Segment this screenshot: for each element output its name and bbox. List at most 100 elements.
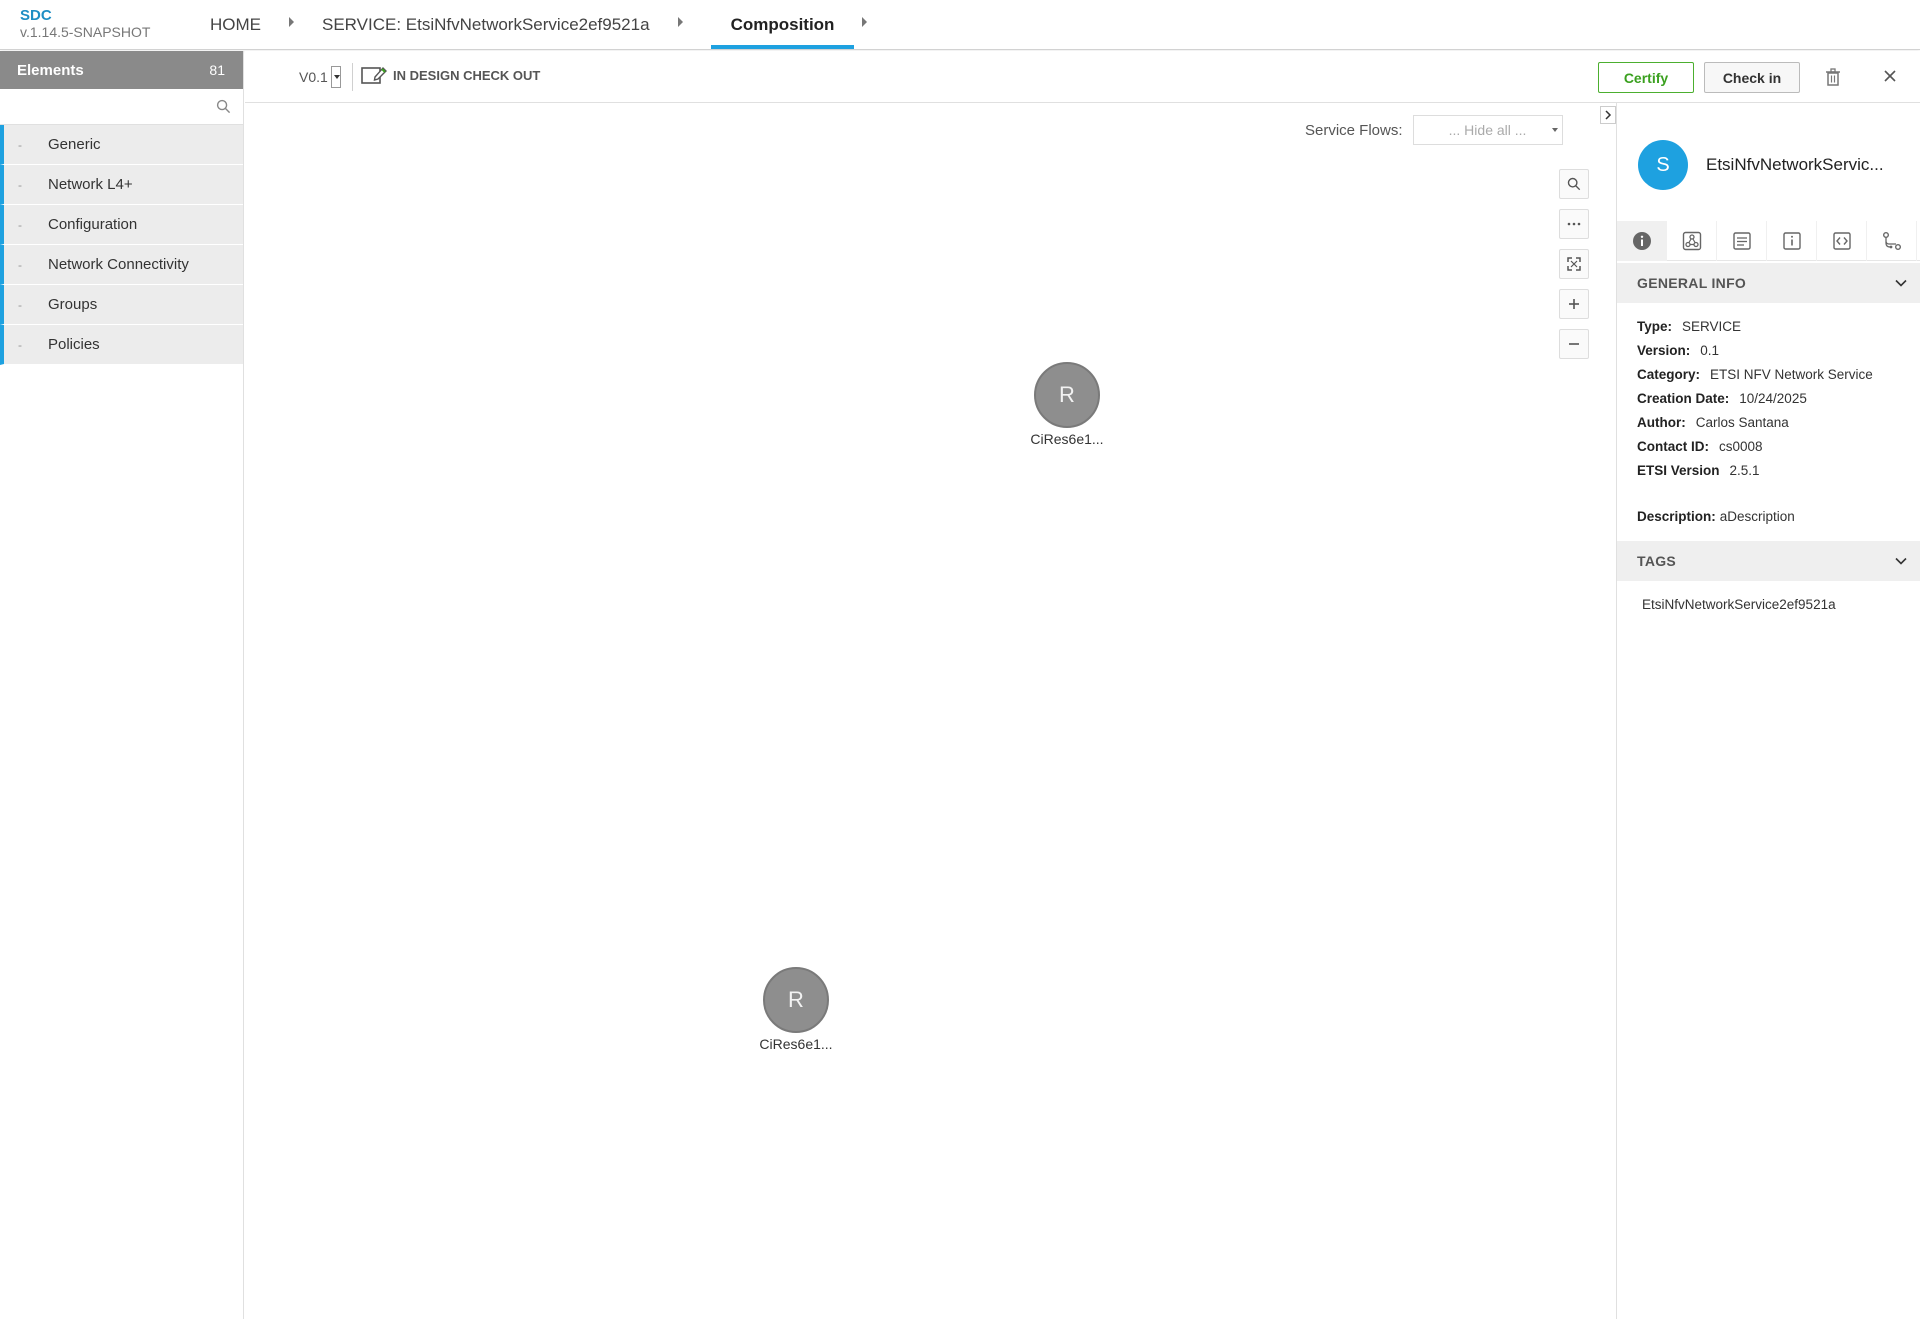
tags-section: TAGS EtsiNfvNetworkService2ef9521a (1617, 541, 1920, 612)
info-row-category: Category: ETSI NFV Network Service (1637, 367, 1873, 382)
search-icon[interactable] (216, 99, 231, 114)
palette-count: 81 (209, 62, 225, 78)
tab-paths[interactable] (1867, 221, 1917, 261)
chevron-right-icon (289, 17, 294, 27)
palette-group-label: Generic (48, 136, 101, 153)
trash-icon[interactable] (1825, 68, 1841, 86)
app-name: SDC (20, 7, 52, 24)
info-row-author: Author: Carlos Santana (1637, 415, 1789, 430)
tags-title: TAGS (1637, 553, 1677, 569)
canvas-fit-button[interactable] (1559, 249, 1589, 279)
status-text: IN DESIGN CHECK OUT (393, 67, 541, 83)
chevron-right-icon (677, 17, 683, 27)
workspace-toolbar: V0.1 IN DESIGN CHECK OUT Certify Check i… (245, 51, 1920, 103)
service-flows-select[interactable]: ... Hide all ... (1412, 115, 1563, 145)
canvas-node[interactable]: R CiRes6e1... (1022, 362, 1112, 447)
panel-title: EtsiNfvNetworkServic... (1706, 155, 1884, 174)
palette-group-label: Network L4+ (48, 176, 133, 193)
breadcrumb-composition[interactable]: Composition (710, 0, 855, 50)
close-icon[interactable] (1882, 68, 1898, 84)
panel-header: S EtsiNfvNetworkServic... (1617, 103, 1920, 221)
palette-group-policies[interactable]: - Policies (0, 325, 243, 365)
general-info-section: GENERAL INFO Type: SERVICE Version: 0.1 Ca… (1617, 263, 1920, 524)
checkout-edit-icon (361, 66, 387, 84)
chevron-right-icon (1605, 110, 1612, 120)
app-version: v.1.14.5-SNAPSHOT (20, 24, 151, 40)
palette-title: Elements (17, 61, 84, 79)
panel-collapse-button[interactable] (1600, 106, 1616, 124)
chevron-down-icon[interactable] (1895, 557, 1907, 565)
info-row-creation-date: Creation Date: 10/24/2025 (1637, 391, 1807, 406)
tab-code[interactable] (1817, 221, 1867, 261)
tag-item: EtsiNfvNetworkService2ef9521a (1642, 597, 1836, 612)
notes-icon (1732, 232, 1751, 250)
palette-group-network-l4[interactable]: - Network L4+ (0, 165, 243, 205)
tab-composition[interactable] (1667, 221, 1717, 261)
info-description: Description: aDescription (1637, 509, 1795, 524)
lifecycle-status: IN DESIGN CHECK OUT (361, 65, 540, 85)
certify-button[interactable]: Certify (1598, 62, 1694, 93)
palette-group-label: Configuration (48, 216, 138, 233)
general-info-title: GENERAL INFO (1637, 275, 1747, 291)
zoom-out-button[interactable] (1559, 329, 1589, 359)
node-icon[interactable]: R (1034, 362, 1100, 428)
service-flows-label: Service Flows: (1305, 121, 1403, 139)
general-info-header[interactable]: GENERAL INFO (1617, 263, 1920, 303)
collapse-dash: - (18, 137, 22, 152)
palette-group-label: Network Connectivity (48, 256, 189, 273)
palette-search-input[interactable] (0, 89, 243, 125)
node-label: CiRes6e1... (1030, 431, 1104, 447)
chevron-down-icon[interactable] (1895, 279, 1907, 287)
tab-properties[interactable] (1767, 221, 1817, 261)
breadcrumb-service[interactable]: SERVICE: EtsiNfvNetworkService2ef9521a (322, 0, 650, 50)
info-row-type: Type: SERVICE (1637, 319, 1742, 334)
app-logo[interactable]: SDC v.1.14.5-SNAPSHOT (20, 7, 151, 41)
chevron-right-icon[interactable] (862, 17, 868, 27)
palette-header: Elements 81 (0, 51, 243, 89)
palette-group-generic[interactable]: - Generic (0, 125, 243, 165)
fit-icon (1567, 257, 1581, 271)
properties-icon (1782, 232, 1801, 250)
palette-group-label: Policies (48, 336, 100, 353)
palette-group-network-connectivity[interactable]: - Network Connectivity (0, 245, 243, 285)
canvas-node[interactable]: R CiRes6e1... (751, 967, 841, 1052)
tab-info[interactable] (1617, 221, 1667, 261)
toolbar-divider (352, 63, 353, 91)
breadcrumb-home[interactable]: HOME (210, 0, 261, 50)
top-header: SDC v.1.14.5-SNAPSHOT HOME SERVICE: Etsi… (0, 0, 1920, 50)
panel-tabs (1617, 221, 1920, 261)
check-in-button[interactable]: Check in (1704, 62, 1800, 93)
zoom-in-button[interactable] (1559, 289, 1589, 319)
tags-header[interactable]: TAGS (1617, 541, 1920, 581)
collapse-dash: - (18, 257, 22, 272)
palette-group-configuration[interactable]: - Configuration (0, 205, 243, 245)
node-icon[interactable]: R (763, 967, 829, 1033)
palette-search (0, 89, 243, 125)
service-flows: Service Flows: ... Hide all ... (1305, 115, 1563, 145)
composition-icon (1682, 231, 1701, 251)
chevron-down-icon (1551, 128, 1558, 132)
zoom-in-icon (1569, 299, 1579, 309)
paths-icon (1882, 232, 1901, 250)
info-icon (1632, 232, 1651, 250)
chevron-down-icon[interactable] (330, 66, 341, 88)
info-row-contact-id: Contact ID: cs0008 (1637, 439, 1763, 454)
palette-group-label: Groups (48, 296, 98, 313)
more-icon (1567, 222, 1581, 226)
canvas-search-button[interactable] (1559, 169, 1589, 199)
version-select[interactable]: V0.1 (299, 65, 341, 89)
collapse-dash: - (18, 177, 22, 192)
info-row-etsi-version: ETSI Version 2.5.1 (1637, 463, 1760, 478)
info-row-version: Version: 0.1 (1637, 343, 1720, 358)
composition-canvas[interactable]: Service Flows: ... Hide all ... R CiRes6… (245, 103, 1616, 1319)
canvas-more-button[interactable] (1559, 209, 1589, 239)
palette-group-groups[interactable]: - Groups (0, 285, 243, 325)
search-icon (1567, 177, 1581, 191)
collapse-dash: - (18, 217, 22, 232)
avatar: S (1638, 140, 1688, 190)
collapse-dash: - (18, 337, 22, 352)
tab-notes[interactable] (1717, 221, 1767, 261)
general-info-body: Type: SERVICE Version: 0.1 Category: ETSI N… (1617, 303, 1920, 524)
details-panel: S EtsiNfvNetworkServic... GENERAL INFO T… (1616, 103, 1920, 1319)
version-value: V0.1 (299, 69, 328, 85)
